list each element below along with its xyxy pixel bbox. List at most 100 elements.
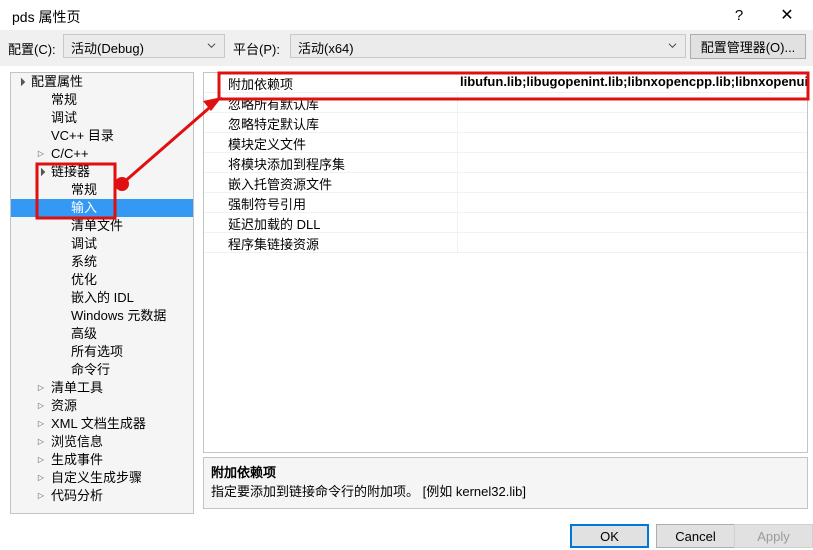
property-row[interactable]: 忽略特定默认库 xyxy=(204,113,807,133)
tree-item-label: 链接器 xyxy=(51,164,91,179)
tree-item-label: 生成事件 xyxy=(51,452,104,467)
tree-item-label: 命令行 xyxy=(71,362,111,377)
tree-item[interactable]: 系统 xyxy=(11,253,193,271)
tree-item[interactable]: ▷ 代码分析 xyxy=(11,487,193,505)
tree-item[interactable]: 调试 xyxy=(11,235,193,253)
tree-item[interactable]: Windows 元数据 xyxy=(11,307,193,325)
platform-label: 平台(P): xyxy=(233,42,280,57)
property-row[interactable]: 将模块添加到程序集 xyxy=(204,153,807,173)
tree-item-label: 自定义生成步骤 xyxy=(51,470,143,485)
tree-item-label: 常规 xyxy=(71,182,98,197)
chevron-collapsed-icon[interactable]: ▷ xyxy=(35,145,47,163)
chevron-collapsed-icon[interactable]: ▷ xyxy=(35,451,47,469)
description-text: 指定要添加到链接命令行的附加项。 [例如 kernel32.lib] xyxy=(211,484,526,499)
tree-item[interactable]: ◢ 链接器 xyxy=(11,163,193,181)
tree-item[interactable]: ▷ 资源 xyxy=(11,397,193,415)
configuration-dropdown[interactable]: 活动(Debug) xyxy=(63,34,225,58)
property-tree[interactable]: ◢ 配置属性 常规 调试 VC++ 目录 ▷ C/C++ ◢ 链接器 常规 输入 清单文件 调试 系统 优化… xyxy=(10,72,194,514)
description-panel: 附加依赖项 指定要添加到链接命令行的附加项。 [例如 kernel32.lib] xyxy=(203,457,808,509)
tree-item[interactable]: ◢ 配置属性 xyxy=(11,73,193,91)
property-name: 忽略所有默认库 xyxy=(228,97,320,112)
tree-item[interactable]: ▷ 清单工具 xyxy=(11,379,193,397)
property-name: 强制符号引用 xyxy=(228,197,307,212)
column-splitter[interactable] xyxy=(457,233,458,252)
property-name: 忽略特定默认库 xyxy=(228,117,320,132)
property-row[interactable]: 嵌入托管资源文件 xyxy=(204,173,807,193)
tree-item[interactable]: VC++ 目录 xyxy=(11,127,193,145)
tree-item-label: 系统 xyxy=(71,254,98,269)
tree-item-label: 调试 xyxy=(51,110,78,125)
help-icon[interactable]: ? xyxy=(717,0,761,30)
property-name: 模块定义文件 xyxy=(228,137,307,152)
column-splitter[interactable] xyxy=(457,113,458,132)
property-name: 嵌入托管资源文件 xyxy=(228,177,333,192)
tree-item-label: VC++ 目录 xyxy=(51,128,114,143)
tree-item-label: 代码分析 xyxy=(51,488,104,503)
tree-item[interactable]: 优化 xyxy=(11,271,193,289)
tree-item[interactable]: ▷ 浏览信息 xyxy=(11,433,193,451)
chevron-collapsed-icon[interactable]: ▷ xyxy=(35,487,47,505)
column-splitter[interactable] xyxy=(457,133,458,152)
property-value[interactable]: libufun.lib;libugopenint.lib;libnxopencp… xyxy=(460,74,807,89)
close-icon[interactable]: ✕ xyxy=(765,0,809,30)
tree-item-label: 配置属性 xyxy=(31,74,84,89)
tree-item[interactable]: 调试 xyxy=(11,109,193,127)
configuration-label: 配置(C): xyxy=(8,42,56,57)
tree-item[interactable]: 所有选项 xyxy=(11,343,193,361)
configuration-manager-button[interactable]: 配置管理器(O)... xyxy=(690,34,806,59)
chevron-collapsed-icon[interactable]: ▷ xyxy=(35,379,47,397)
tree-item-label: XML 文档生成器 xyxy=(51,416,146,431)
property-grid[interactable]: 附加依赖项 libufun.lib;libugopenint.lib;libnxo… xyxy=(203,72,808,453)
property-row[interactable]: 延迟加载的 DLL xyxy=(204,213,807,233)
chevron-collapsed-icon[interactable]: ▷ xyxy=(35,469,47,487)
tree-item-label: 高级 xyxy=(71,326,98,341)
tree-item[interactable]: 嵌入的 IDL xyxy=(11,289,193,307)
column-splitter[interactable] xyxy=(457,173,458,192)
ok-button[interactable]: OK xyxy=(570,524,649,548)
property-row[interactable]: 附加依赖项 libufun.lib;libugopenint.lib;libnxo… xyxy=(204,73,807,93)
platform-dropdown[interactable]: 活动(x64) xyxy=(290,34,686,58)
property-name: 延迟加载的 DLL xyxy=(228,217,321,232)
tree-item[interactable]: ▷ 生成事件 xyxy=(11,451,193,469)
column-splitter[interactable] xyxy=(457,213,458,232)
chevron-collapsed-icon[interactable]: ▷ xyxy=(35,433,47,451)
property-name: 程序集链接资源 xyxy=(228,237,320,252)
property-row[interactable]: 模块定义文件 xyxy=(204,133,807,153)
configuration-bar: 配置(C): 活动(Debug) 平台(P): 活动(x64) 配置管理器(O)… xyxy=(0,30,813,66)
configuration-value: 活动(Debug) xyxy=(71,41,144,56)
tree-item-label: 常规 xyxy=(51,92,78,107)
property-name: 附加依赖项 xyxy=(228,77,294,92)
column-splitter[interactable] xyxy=(457,193,458,212)
column-splitter[interactable] xyxy=(457,73,458,92)
tree-item[interactable]: 高级 xyxy=(11,325,193,343)
cancel-button[interactable]: Cancel xyxy=(656,524,735,548)
property-row[interactable]: 程序集链接资源 xyxy=(204,233,807,253)
property-row[interactable]: 强制符号引用 xyxy=(204,193,807,213)
tree-item[interactable]: ▷ XML 文档生成器 xyxy=(11,415,193,433)
tree-item[interactable]: 清单文件 xyxy=(11,217,193,235)
apply-button: Apply xyxy=(734,524,813,548)
chevron-expanded-icon[interactable]: ◢ xyxy=(30,161,51,182)
tree-item-label: 清单工具 xyxy=(51,380,104,395)
chevron-down-icon xyxy=(207,43,216,49)
chevron-collapsed-icon[interactable]: ▷ xyxy=(35,397,47,415)
tree-item-label: Windows 元数据 xyxy=(71,308,167,323)
chevron-collapsed-icon[interactable]: ▷ xyxy=(35,415,47,433)
tree-item-label: 清单文件 xyxy=(71,218,124,233)
tree-item[interactable]: 常规 xyxy=(11,91,193,109)
tree-item-label: 嵌入的 IDL xyxy=(71,290,134,305)
tree-item[interactable]: 常规 xyxy=(11,181,193,199)
description-title: 附加依赖项 xyxy=(211,465,277,480)
column-splitter[interactable] xyxy=(457,153,458,172)
tree-item[interactable]: 命令行 xyxy=(11,361,193,379)
chevron-expanded-icon[interactable]: ◢ xyxy=(11,73,32,93)
tree-item-label: 资源 xyxy=(51,398,78,413)
tree-item-label: 输入 xyxy=(71,200,98,215)
tree-item[interactable]: 输入 xyxy=(11,199,193,217)
tree-item-label: 所有选项 xyxy=(71,344,124,359)
column-splitter[interactable] xyxy=(457,93,458,112)
tree-item-label: 优化 xyxy=(71,272,98,287)
tree-item[interactable]: ▷ 自定义生成步骤 xyxy=(11,469,193,487)
property-row[interactable]: 忽略所有默认库 xyxy=(204,93,807,113)
tree-item-label: 调试 xyxy=(71,236,98,251)
